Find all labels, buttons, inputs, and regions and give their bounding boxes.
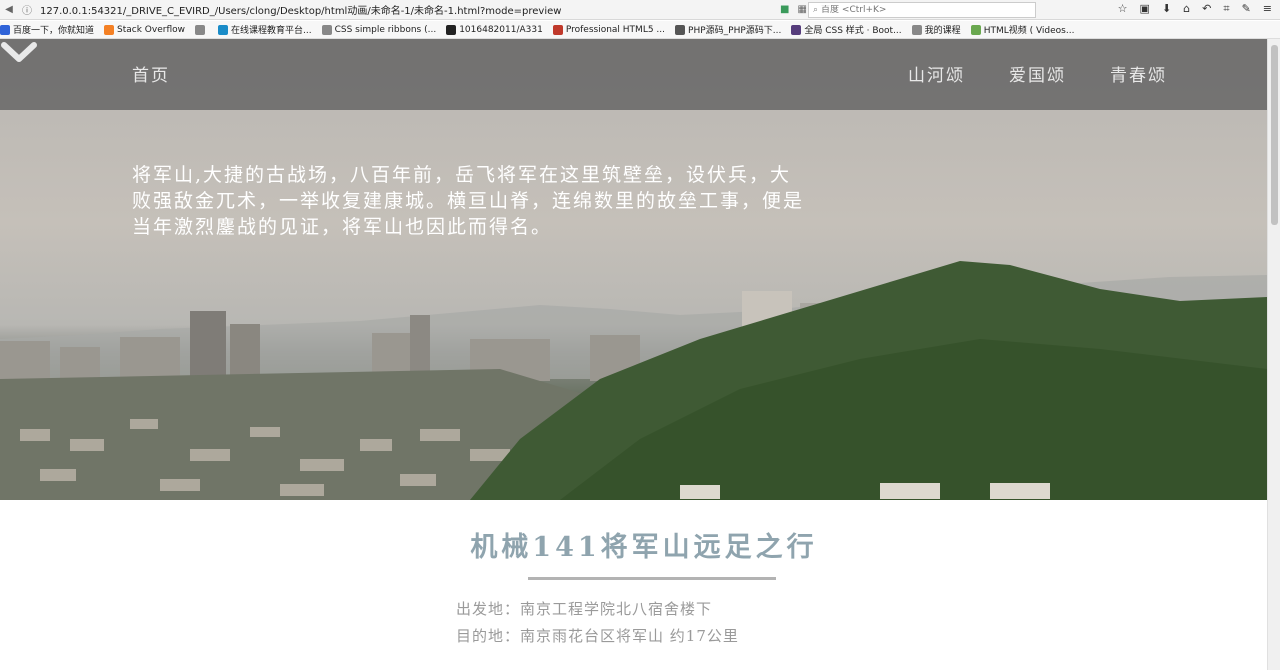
shield-icon[interactable]: ■ [780,4,789,15]
bookmark-label: HTML视频 ( Videos... [983,26,1075,36]
top-navigation: 首页 山河颂 爱国颂 青春颂 [0,39,1267,110]
chevron-down-icon[interactable] [0,39,38,67]
bookmark-item[interactable]: 在线课程教育平台... [217,23,312,36]
search-icon: ⌕ [813,5,819,15]
nav-home-link[interactable]: 首页 [132,61,170,86]
nav-link-patriotism[interactable]: 爱国颂 [1009,61,1066,86]
scrollbar-thumb[interactable] [1271,45,1278,225]
stackoverflow-icon [104,24,115,35]
back-icon[interactable]: ◀ [0,4,18,15]
bookmark-label: 1016482011/A331 [459,24,543,35]
title-divider [528,577,776,580]
info-icon[interactable]: ⓘ [18,2,36,17]
bookmark-item[interactable]: 1016482011/A331 [446,24,543,35]
home-icon[interactable]: ⌂ [1183,2,1190,16]
bookmark-label: 百度一下，你就知道 [13,26,95,36]
bookmark-item[interactable]: Professional HTML5 ... [552,24,666,35]
bootstrap-icon [791,24,802,35]
departure-text: 出发地：南京工程学院北八宿舍楼下 [456,600,713,618]
nav-link-youth[interactable]: 青春颂 [1110,61,1167,86]
bookmark-label: 全局 CSS 样式 · Boot... [804,26,902,36]
globe-icon [911,24,922,35]
hero-banner: 首页 山河颂 爱国颂 青春颂 将军山,大捷的古战场，八百年前，岳飞将军在这里筑壁… [0,39,1267,500]
course-icon [217,24,228,35]
menu-icon[interactable]: ≡ [1263,2,1272,16]
scrollbar[interactable] [1267,39,1280,670]
crop-icon[interactable]: ⌗ [1223,2,1229,16]
address-bar[interactable]: 127.0.0.1:54321/_DRIVE_C_EVIRD_/Users/cl… [40,2,740,17]
trip-info: 出发地：南京工程学院北八宿舍楼下 目的地：南京雨花台区将军山 约17公里 [456,596,739,650]
qr-code-icon[interactable]: ▦ [797,4,806,15]
bookmark-item[interactable]: PHP源码_PHP源码下... [675,23,781,36]
page-title: 机械141将军山远足之行 [470,532,818,563]
bookmark-item[interactable]: 我的课程 [911,23,961,36]
page-viewport: 首页 山河颂 爱国颂 青春颂 将军山,大捷的古战场，八百年前，岳飞将军在这里筑壁… [0,39,1267,670]
video-icon [970,24,981,35]
bookmark-item[interactable]: Stack Overflow [104,24,185,35]
download-icon[interactable]: ⬇ [1162,2,1171,16]
undo-icon[interactable]: ↶ [1202,2,1211,16]
github-icon [446,24,457,35]
bookmark-label: 我的课程 [924,26,961,36]
baidu-icon [0,24,10,35]
bookmark-item[interactable] [194,24,208,35]
bookmark-label: CSS simple ribbons (... [334,24,437,35]
reading-list-icon[interactable]: ▣ [1140,2,1150,16]
globe-icon [321,24,332,35]
bookmark-item[interactable]: 全局 CSS 样式 · Boot... [791,23,902,36]
tools-icon[interactable]: ✎ [1242,2,1251,16]
search-box[interactable]: ⌕ [808,2,1036,18]
bookmark-label: 在线课程教育平台... [230,26,312,36]
bookmark-label: Stack Overflow [117,24,185,35]
bookmark-label: Professional HTML5 ... [565,24,666,35]
bookmark-item[interactable]: HTML视频 ( Videos... [970,23,1075,36]
bookmark-item[interactable]: 百度一下，你就知道 [0,23,94,36]
nav-link-mountains[interactable]: 山河颂 [908,61,965,86]
bookmark-item[interactable]: CSS simple ribbons (... [321,24,437,35]
star-icon[interactable]: ☆ [1118,2,1128,16]
bookmarks-bar: 百度一下，你就知道 Stack Overflow 在线课程教育平台... CSS si… [0,21,1280,39]
html5-icon [552,24,563,35]
search-input[interactable] [821,5,1022,15]
bookmark-label: PHP源码_PHP源码下... [688,26,782,36]
hero-description: 将军山,大捷的古战场，八百年前，岳飞将军在这里筑壁垒，设伏兵，大败强敌金兀术，一… [132,164,805,238]
browser-toolbar: ◀ ⓘ 127.0.0.1:54321/_DRIVE_C_EVIRD_/User… [0,0,1280,20]
destination-text: 目的地：南京雨花台区将军山 约17公里 [456,627,739,645]
globe-icon [194,24,205,35]
php-icon [675,24,686,35]
